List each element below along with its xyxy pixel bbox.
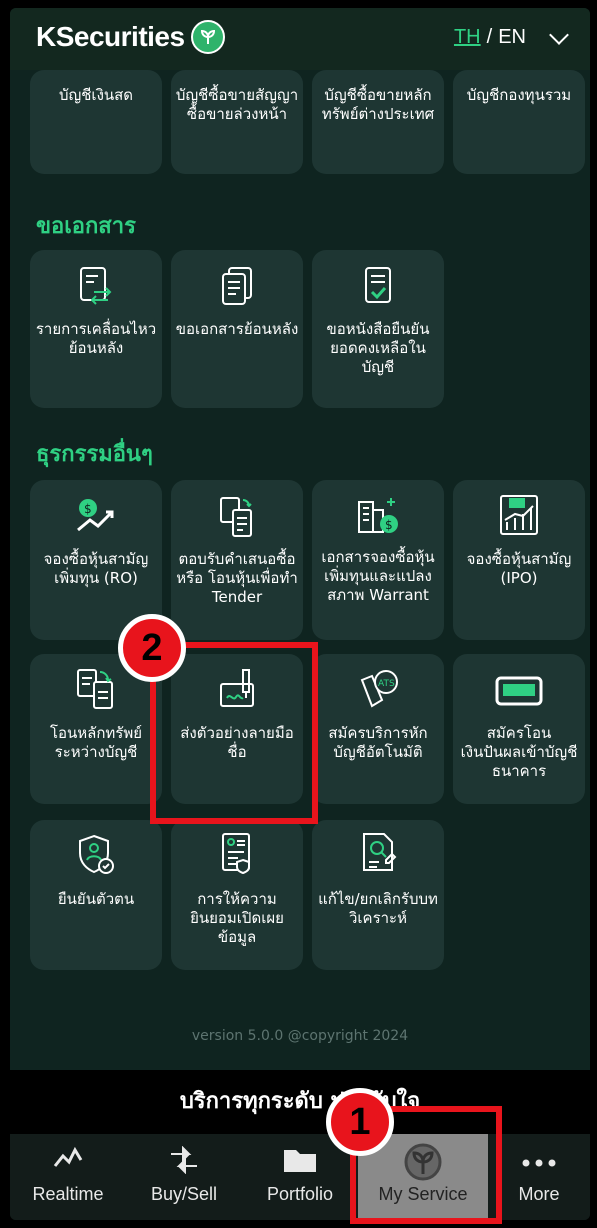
language-switcher[interactable]: TH / EN	[454, 24, 569, 49]
card-past-documents[interactable]: ขอเอกสารย้อนหลัง	[171, 250, 303, 408]
card-derivatives-account[interactable]: บัญชีซื้อขายสัญญาซื้อขายล่วงหน้า	[171, 70, 303, 174]
tender-icon	[217, 496, 257, 543]
bottom-tab-bar: Realtime Buy/Sell Portfolio My Service M…	[10, 1134, 590, 1220]
app-header: KSecurities TH / EN	[10, 8, 590, 70]
card-label: โอนหลักทรัพย์ระหว่างบัญชี	[49, 724, 143, 761]
logo-text: KSecurities	[36, 21, 185, 52]
card-foreign-securities-account[interactable]: บัญชีซื้อขายหลักทรัพย์ต่างประเทศ	[312, 70, 444, 174]
step-badge-2: 2	[118, 614, 186, 682]
lang-en[interactable]: EN	[498, 26, 526, 49]
card-mutual-fund-account[interactable]: บัญชีกองทุนรวม	[453, 70, 585, 174]
chart-line-icon	[53, 1146, 83, 1175]
tab-label: More	[518, 1184, 560, 1204]
chevron-down-icon[interactable]	[549, 24, 569, 45]
card-identity-verify[interactable]: ยืนยันตัวตน	[30, 820, 162, 970]
card-label: จองซื้อหุ้นสามัญ (IPO)	[466, 550, 572, 587]
card-cash-account[interactable]: บัญชีเงินสด	[30, 70, 162, 174]
section-title-other-transactions: ธุรกรรมอื่นๆ	[36, 442, 153, 467]
research-icon	[358, 832, 398, 881]
tab-realtime[interactable]: Realtime	[10, 1134, 126, 1220]
tab-buy-sell[interactable]: Buy/Sell	[126, 1134, 242, 1220]
slogan-banner: บริการทุกระดับ ประทับใจ	[10, 1070, 590, 1134]
svg-text:$: $	[385, 518, 393, 532]
more-dots-icon	[521, 1152, 557, 1173]
tab-label: Portfolio	[266, 1184, 334, 1204]
card-label: เอกสารจองซื้อหุ้นเพิ่มทุนและแปลงสภาพ War…	[321, 548, 435, 604]
ksecurities-logo: KSecurities	[36, 20, 225, 54]
service-menu: บัญชีเงินสด บัญชีซื้อขายสัญญาซื้อขายล่วง…	[10, 70, 590, 1070]
card-label: สมัครโอนเงินปันผลเข้าบัญชีธนาคาร	[460, 724, 578, 780]
card-tender-offer[interactable]: ตอบรับคำเสนอซื้อ หรือ โอนหุ้นเพื่อทำ Ten…	[171, 480, 303, 640]
statement-icon	[78, 266, 114, 311]
section-title-documents: ขอเอกสาร	[36, 214, 136, 239]
tab-label: Realtime	[32, 1184, 104, 1204]
card-data-consent[interactable]: การให้ความยินยอมเปิดเผยข้อมูล	[171, 820, 303, 970]
version-text: version 5.0.0 @copyright 2024	[191, 1028, 409, 1044]
card-ipo[interactable]: จองซื้อหุ้นสามัญ (IPO)	[453, 480, 585, 640]
card-label: บัญชีซื้อขายสัญญาซื้อขายล่วงหน้า	[175, 86, 299, 123]
consent-icon	[217, 832, 257, 881]
card-label: แก้ไข/ยกเลิกรับบทวิเคราะห์	[318, 890, 438, 927]
card-label: ตอบรับคำเสนอซื้อ หรือ โอนหุ้นเพื่อทำ Ten…	[176, 550, 298, 606]
certificate-icon	[360, 266, 396, 311]
rights-offering-icon: $	[74, 496, 118, 541]
kbank-logo-icon	[190, 20, 225, 54]
step-badge-1: 1	[326, 1088, 394, 1156]
card-label: สมัครบริการหักบัญชีอัตโนมัติ	[328, 724, 428, 761]
identity-icon	[74, 832, 118, 881]
ipo-icon	[497, 494, 541, 541]
card-warrant-documents[interactable]: $ เอกสารจองซื้อหุ้นเพิ่มทุนและแปลงสภาพ W…	[312, 480, 444, 640]
card-label: การให้ความยินยอมเปิดเผยข้อมูล	[190, 890, 284, 946]
card-dividend-bank[interactable]: สมัครโอนเงินปันผลเข้าบัญชีธนาคาร	[453, 654, 585, 804]
folder-icon	[282, 1146, 318, 1179]
bank-card-icon	[495, 674, 543, 713]
card-statement[interactable]: รายการเคลื่อนไหวย้อนหลัง	[30, 250, 162, 408]
card-label: ขอหนังสือยืนยันยอดคงเหลือในบัญชี	[326, 320, 430, 376]
svg-text:ATS: ATS	[378, 679, 395, 689]
buy-sell-arrows-icon	[167, 1145, 201, 1179]
card-label: บัญชีเงินสด	[58, 86, 134, 104]
documents-icon	[219, 266, 255, 311]
tab-label: Buy/Sell	[150, 1184, 218, 1204]
card-label: บัญชีกองทุนรวม	[466, 86, 572, 104]
warrant-icon: $	[355, 494, 401, 541]
card-ats-service[interactable]: ATS สมัครบริการหักบัญชีอัตโนมัติ	[312, 654, 444, 804]
card-label: ขอเอกสารย้อนหลัง	[175, 320, 299, 338]
card-label: จองซื้อหุ้นสามัญเพิ่มทุน (RO)	[43, 550, 149, 587]
svg-text:$: $	[84, 502, 92, 516]
card-balance-certificate[interactable]: ขอหนังสือยืนยันยอดคงเหลือในบัญชี	[312, 250, 444, 408]
card-label: ยืนยันตัวตน	[57, 890, 135, 908]
transfer-icon	[74, 668, 118, 715]
card-research-subscription[interactable]: แก้ไข/ยกเลิกรับบทวิเคราะห์	[312, 820, 444, 970]
card-label: บัญชีซื้อขายหลักทรัพย์ต่างประเทศ	[321, 86, 435, 123]
ats-icon: ATS	[356, 668, 400, 715]
card-label: รายการเคลื่อนไหวย้อนหลัง	[35, 320, 157, 357]
lang-separator: /	[486, 26, 493, 48]
tab-more[interactable]: More	[488, 1134, 590, 1220]
app-frame: KSecurities TH / EN บัญชีเงินสด บัญชีซื้…	[10, 8, 590, 1220]
lang-th[interactable]: TH	[454, 26, 481, 49]
